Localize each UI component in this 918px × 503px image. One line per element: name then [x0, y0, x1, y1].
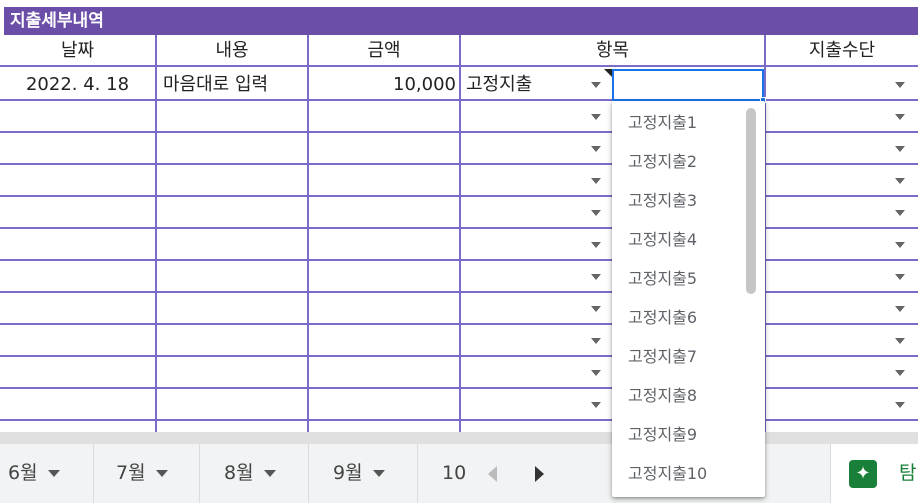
- explore-sparkle-icon: ✦: [849, 460, 877, 488]
- sheet-tab-label: 9월: [333, 462, 363, 484]
- sheet-tab-october[interactable]: 10: [442, 444, 466, 503]
- sheet-tab-label: 6월: [8, 462, 38, 484]
- cell-content[interactable]: 마음대로 입력: [163, 69, 307, 101]
- header-date[interactable]: 날짜: [0, 35, 155, 67]
- chevron-down-icon[interactable]: [895, 178, 905, 184]
- sheet-tab-bar: 6월 7월 8월 9월 10 ✦ 탐: [0, 444, 918, 503]
- chevron-left-icon: [488, 466, 497, 482]
- sheet-tab-july[interactable]: 7월: [116, 444, 168, 503]
- dropdown-option[interactable]: 고정지출9: [628, 415, 697, 454]
- section-banner: 지출세부내역: [4, 7, 918, 35]
- chevron-down-icon[interactable]: [895, 274, 905, 280]
- chevron-down-icon[interactable]: [263, 470, 276, 477]
- dropdown-option[interactable]: 고정지출7: [628, 337, 697, 376]
- chevron-down-icon[interactable]: [591, 178, 601, 184]
- column-divider: [459, 35, 461, 432]
- chevron-down-icon[interactable]: [47, 470, 60, 477]
- column-divider: [155, 35, 157, 432]
- dropdown-option[interactable]: 고정지출3: [628, 181, 697, 220]
- chevron-down-icon[interactable]: [591, 82, 601, 88]
- chevron-down-icon[interactable]: [895, 114, 905, 120]
- explore-button[interactable]: ✦ 탐: [830, 444, 918, 503]
- chevron-down-icon[interactable]: [155, 470, 168, 477]
- cell-date[interactable]: 2022. 4. 18: [0, 69, 155, 101]
- dropdown-option[interactable]: 고정지출1: [628, 103, 697, 142]
- chevron-down-icon[interactable]: [591, 306, 601, 312]
- tab-divider: [93, 444, 94, 503]
- sheet-tab-label: 8월: [224, 462, 254, 484]
- chevron-down-icon[interactable]: [591, 370, 601, 376]
- chevron-down-icon[interactable]: [372, 470, 385, 477]
- chevron-down-icon[interactable]: [895, 82, 905, 88]
- dropdown-option[interactable]: 고정지출5: [628, 259, 697, 298]
- dropdown-option[interactable]: 고정지출10: [628, 454, 707, 493]
- scroll-tabs-right-button[interactable]: [525, 444, 553, 503]
- dropdown-option[interactable]: 고정지출2: [628, 142, 697, 181]
- chevron-down-icon[interactable]: [895, 146, 905, 152]
- tab-divider: [417, 444, 418, 503]
- chevron-down-icon[interactable]: [591, 338, 601, 344]
- chevron-down-icon[interactable]: [591, 274, 601, 280]
- dropdown-option[interactable]: 고정지출4: [628, 220, 697, 259]
- chevron-down-icon[interactable]: [591, 210, 601, 216]
- chevron-down-icon[interactable]: [895, 402, 905, 408]
- cell-amount[interactable]: 10,000: [309, 69, 456, 101]
- chevron-down-icon[interactable]: [895, 338, 905, 344]
- header-amount[interactable]: 금액: [309, 35, 459, 67]
- dropdown-option[interactable]: 고정지출8: [628, 376, 697, 415]
- chevron-down-icon[interactable]: [591, 242, 601, 248]
- category-dropdown-menu: 고정지출1 고정지출2 고정지출3 고정지출4 고정지출5 고정지출6 고정지출…: [612, 101, 765, 497]
- chevron-down-icon[interactable]: [591, 146, 601, 152]
- explore-label: 탐: [899, 462, 917, 484]
- chevron-down-icon[interactable]: [895, 242, 905, 248]
- spreadsheet-area: 지출세부내역 날짜 내용 금액 항목 지출수단 2022. 4. 18 마음대로…: [0, 0, 918, 432]
- chevron-down-icon[interactable]: [591, 402, 601, 408]
- tab-divider: [308, 444, 309, 503]
- column-divider: [307, 35, 309, 432]
- chevron-down-icon[interactable]: [895, 370, 905, 376]
- sheet-tab-august[interactable]: 8월: [224, 444, 276, 503]
- sheet-tab-june[interactable]: 6월: [8, 444, 60, 503]
- header-method[interactable]: 지출수단: [766, 35, 918, 67]
- dropdown-option[interactable]: 고정지출6: [628, 298, 697, 337]
- sheet-tab-label: 10: [442, 462, 467, 484]
- dropdown-scrollbar[interactable]: [746, 108, 756, 294]
- tab-divider: [199, 444, 200, 503]
- chevron-down-icon[interactable]: [895, 306, 905, 312]
- sheet-tab-label: 7월: [116, 462, 146, 484]
- horizontal-scrollbar[interactable]: [0, 432, 918, 444]
- scroll-tabs-left-button[interactable]: [480, 444, 508, 503]
- header-content[interactable]: 내용: [157, 35, 307, 67]
- chevron-down-icon[interactable]: [591, 114, 601, 120]
- active-cell-selection[interactable]: [612, 69, 764, 101]
- chevron-right-icon: [535, 466, 544, 482]
- sheet-tab-september[interactable]: 9월: [333, 444, 385, 503]
- header-category[interactable]: 항목: [461, 35, 764, 67]
- chevron-down-icon[interactable]: [895, 210, 905, 216]
- cell-category[interactable]: 고정지출: [466, 69, 606, 101]
